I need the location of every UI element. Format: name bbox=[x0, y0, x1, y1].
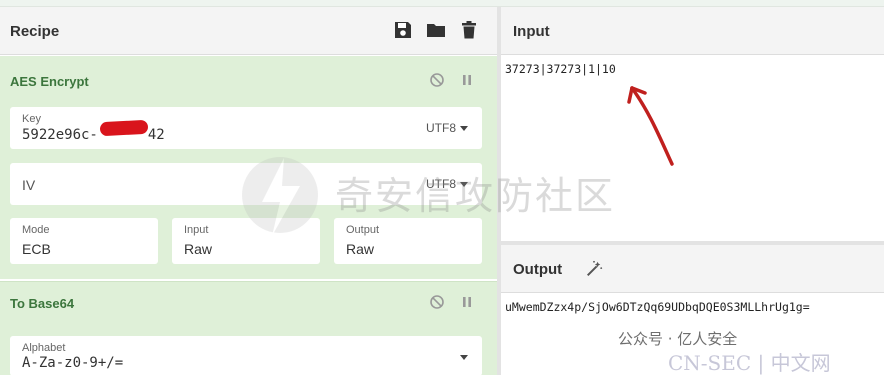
operation-aes-encrypt: AES Encrypt Key 5922e96c- 42 UTF8 IV UTF8… bbox=[0, 56, 497, 279]
disable-icon[interactable] bbox=[429, 294, 445, 310]
alphabet-dropdown[interactable] bbox=[456, 350, 468, 364]
iv-encoding-dropdown[interactable]: UTF8 bbox=[426, 177, 468, 191]
key-encoding-dropdown[interactable]: UTF8 bbox=[426, 121, 468, 135]
recipe-pane: Recipe AES Encrypt Key 5922e96c- 42 UTF8 … bbox=[0, 7, 497, 375]
pause-icon[interactable] bbox=[459, 294, 475, 310]
alphabet-label: Alphabet bbox=[22, 342, 66, 354]
input-title: Input bbox=[513, 23, 550, 40]
output-text: uMwemDZzx4p/SjOw6DTzQq69UDbqDQE0S3MLLhrU… bbox=[505, 300, 810, 314]
io-pane: Input 37273|37273|1|10 Output uMwemDZzx4… bbox=[501, 7, 884, 375]
chevron-down-icon bbox=[460, 126, 468, 132]
key-label: Key bbox=[22, 113, 41, 125]
recipe-toolbar bbox=[393, 20, 479, 40]
output-header: Output bbox=[501, 245, 884, 293]
key-field[interactable]: Key 5922e96c- 42 UTF8 bbox=[10, 107, 482, 149]
folder-icon[interactable] bbox=[426, 20, 446, 40]
alphabet-value: A-Za-z0-9+/= bbox=[22, 355, 124, 371]
operation-to-base64: To Base64 Alphabet A-Za-z0-9+/= bbox=[0, 281, 497, 375]
wechat-watermark: 公众号 · 亿人安全 bbox=[618, 330, 738, 348]
output-format-field[interactable]: Output Raw bbox=[334, 218, 482, 264]
input-format-field[interactable]: Input Raw bbox=[172, 218, 320, 264]
annotation-arrow-icon bbox=[627, 86, 674, 166]
iv-field[interactable]: IV UTF8 bbox=[10, 163, 482, 205]
output-format-value: Raw bbox=[346, 241, 375, 257]
trash-icon[interactable] bbox=[459, 20, 479, 40]
operation-title: To Base64 bbox=[10, 296, 75, 311]
input-text: 37273|37273|1|10 bbox=[505, 62, 616, 76]
recipe-title: Recipe bbox=[10, 23, 60, 40]
magic-wand-icon[interactable] bbox=[585, 260, 603, 278]
operation-title: AES Encrypt bbox=[10, 74, 89, 89]
chevron-down-icon bbox=[460, 355, 468, 361]
recipe-header: Recipe bbox=[0, 7, 497, 55]
mode-label: Mode bbox=[22, 224, 50, 236]
input-header: Input bbox=[501, 7, 884, 55]
input-format-value: Raw bbox=[184, 241, 213, 257]
alphabet-field[interactable]: Alphabet A-Za-z0-9+/= bbox=[10, 336, 482, 375]
mode-field[interactable]: Mode ECB bbox=[10, 218, 158, 264]
output-title: Output bbox=[513, 261, 563, 278]
disable-icon[interactable] bbox=[429, 72, 445, 88]
chevron-down-icon bbox=[460, 182, 468, 188]
mode-value: ECB bbox=[22, 241, 51, 257]
pause-icon[interactable] bbox=[459, 72, 475, 88]
iv-label: IV bbox=[22, 177, 36, 193]
redaction-scribble bbox=[99, 119, 149, 137]
output-format-label: Output bbox=[346, 224, 380, 236]
cnsec-watermark: CN-SEC | 中文网 bbox=[668, 351, 831, 375]
input-textarea[interactable]: 37273|37273|1|10 bbox=[501, 56, 884, 241]
input-format-label: Input bbox=[184, 224, 209, 236]
top-strip bbox=[0, 0, 884, 7]
save-icon[interactable] bbox=[393, 20, 413, 40]
